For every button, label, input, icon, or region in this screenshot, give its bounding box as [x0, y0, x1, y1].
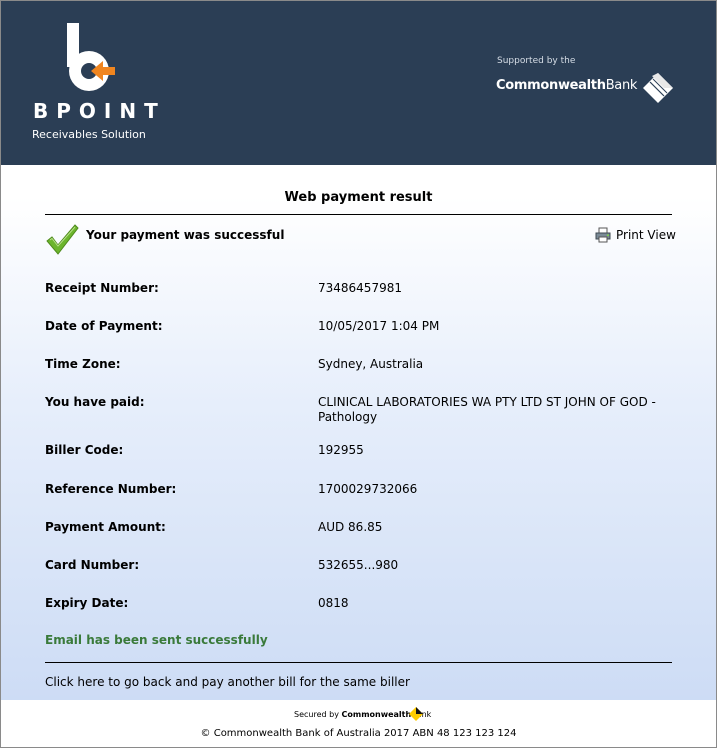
bank-name-regular: Bank: [605, 78, 638, 93]
pay-another-bill-link[interactable]: Click here to go back and pay another bi…: [45, 675, 410, 689]
email-status-message: Email has been sent successfully: [45, 633, 268, 647]
success-message: Your payment was successful: [86, 228, 285, 242]
field-label: Card Number:: [45, 558, 140, 572]
title-divider: [45, 214, 672, 215]
print-view-label: Print View: [616, 228, 676, 242]
bottom-divider: [45, 662, 672, 663]
field-value: 10/05/2017 1:04 PM: [318, 319, 440, 333]
field-value: 73486457981: [318, 281, 402, 295]
commonwealth-diamond-small-icon: [409, 707, 423, 721]
field-label: Date of Payment:: [45, 319, 163, 333]
header: BPOINT Receivables Solution Supported by…: [1, 1, 716, 165]
brand-name: BPOINT: [33, 99, 166, 123]
field-label: Expiry Date:: [45, 596, 129, 610]
bpoint-logo-icon: [67, 23, 115, 91]
field-value: 1700029732066: [318, 482, 418, 496]
supported-by-text: Supported by the: [497, 56, 576, 66]
field-value: CLINICAL LABORATORIES WA PTY LTD ST JOHN…: [318, 395, 656, 424]
field-value: 192955: [318, 443, 364, 457]
page-frame: BPOINT Receivables Solution Supported by…: [0, 0, 717, 748]
field-label: Reference Number:: [45, 482, 177, 496]
checkmark-icon: [46, 224, 79, 255]
bank-name-bold: Commonwealth: [496, 78, 606, 93]
secured-by-label: Secured by: [294, 710, 339, 719]
page-title: Web payment result: [284, 190, 433, 205]
field-label: You have paid:: [45, 395, 145, 409]
bank-name: CommonwealthBank: [496, 78, 637, 93]
field-value: AUD 86.85: [318, 520, 383, 534]
field-value: 532655...980: [318, 558, 399, 572]
field-label: Time Zone:: [45, 357, 121, 371]
printer-icon: [595, 227, 611, 243]
copyright-text: © Commonwealth Bank of Australia 2017 AB…: [200, 728, 517, 739]
field-value: 0818: [318, 596, 349, 610]
commonwealth-diamond-icon: [643, 73, 673, 103]
field-value: Sydney, Australia: [318, 357, 424, 371]
field-label: Receipt Number:: [45, 281, 159, 295]
footer: Secured by CommonwealthBank © Commonweal…: [1, 700, 716, 747]
field-label: Biller Code:: [45, 443, 124, 457]
brand-tagline: Receivables Solution: [32, 128, 146, 141]
secured-bank-bold: Commonwealth: [341, 710, 412, 719]
payment-result-panel: Web payment result Your payment was succ…: [1, 165, 716, 700]
field-label: Payment Amount:: [45, 520, 166, 534]
